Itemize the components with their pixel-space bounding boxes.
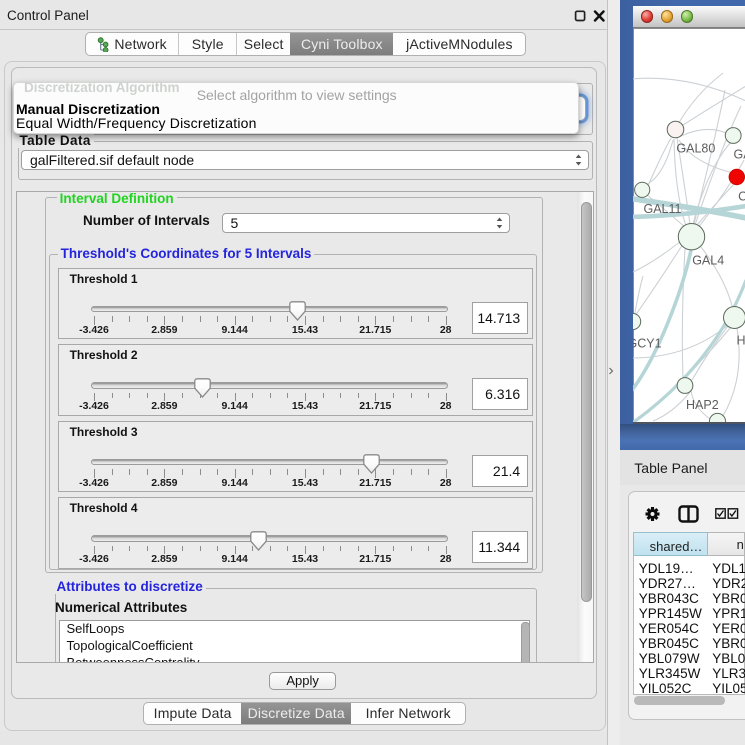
svg-text:HIS: HIS: [736, 333, 745, 347]
svg-text:GAL4: GAL4: [692, 253, 724, 267]
svg-text:GAL: GAL: [733, 147, 745, 161]
svg-text:GCY1: GCY1: [633, 336, 662, 350]
svg-text:GAL11: GAL11: [643, 202, 681, 216]
svg-text:GAL80: GAL80: [676, 141, 715, 155]
svg-text:CC: CC: [738, 189, 745, 203]
svg-text:HAP2: HAP2: [686, 397, 719, 411]
